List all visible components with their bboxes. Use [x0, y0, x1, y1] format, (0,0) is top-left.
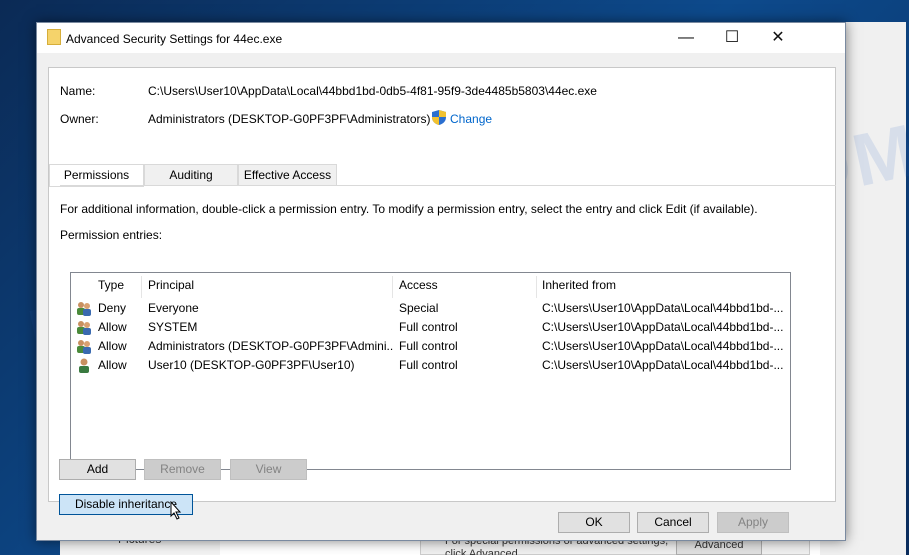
- apply-button[interactable]: Apply: [717, 512, 789, 533]
- entry-inherited-from: C:\Users\User10\AppData\Local\44bbd1bd-.…: [542, 301, 784, 315]
- user-group-icon: [77, 321, 91, 335]
- table-row[interactable]: Deny Everyone Special C:\Users\User10\AppDa…: [71, 299, 789, 318]
- user-group-icon: [77, 302, 91, 316]
- column-divider[interactable]: [141, 276, 142, 298]
- entry-principal: User10 (DESKTOP-G0PF3PF\User10): [148, 358, 355, 372]
- entry-access: Full control: [399, 339, 458, 353]
- name-value: C:\Users\User10\AppData\Local\44bbd1bd-0…: [148, 84, 597, 98]
- ok-button[interactable]: OK: [558, 512, 630, 533]
- entry-principal: SYSTEM: [148, 320, 198, 334]
- entry-type: Allow: [98, 339, 127, 353]
- uac-shield-icon: [432, 110, 446, 125]
- add-button[interactable]: Add: [59, 459, 136, 480]
- table-row[interactable]: Allow User10 (DESKTOP-G0PF3PF\User10) Full…: [71, 356, 789, 375]
- entry-access: Full control: [399, 320, 458, 334]
- owner-value: Administrators (DESKTOP-G0PF3PF\Administ…: [148, 112, 431, 126]
- maximize-button[interactable]: ☐: [709, 23, 755, 53]
- entry-principal: Everyone: [148, 301, 199, 315]
- close-button[interactable]: ✕: [755, 23, 801, 53]
- folder-icon: [47, 29, 61, 45]
- advanced-security-dialog: Advanced Security Settings for 44ec.exe …: [36, 22, 846, 541]
- view-button[interactable]: View: [230, 459, 307, 480]
- name-label: Name:: [60, 84, 96, 98]
- entry-type: Allow: [98, 320, 127, 334]
- column-principal[interactable]: Principal: [148, 278, 194, 300]
- tab-permissions[interactable]: Permissions: [49, 164, 144, 187]
- table-row[interactable]: Allow Administrators (DESKTOP-G0PF3PF\Adm…: [71, 337, 789, 356]
- entry-access: Full control: [399, 358, 458, 372]
- entry-access: Special: [399, 301, 439, 315]
- permission-entries-list[interactable]: Type Principal Access Inherited from Den…: [70, 272, 791, 470]
- table-row[interactable]: Allow SYSTEM Full control C:\Users\User10\A…: [71, 318, 789, 337]
- entry-inherited-from: C:\Users\User10\AppData\Local\44bbd1bd-.…: [542, 358, 784, 372]
- change-owner-link[interactable]: Change: [450, 112, 492, 126]
- tab-auditing[interactable]: Auditing: [144, 164, 238, 186]
- column-access[interactable]: Access: [399, 278, 438, 300]
- entry-inherited-from: C:\Users\User10\AppData\Local\44bbd1bd-.…: [542, 320, 784, 334]
- info-text: For additional information, double-click…: [60, 202, 758, 216]
- minimize-button[interactable]: —: [663, 23, 709, 53]
- entry-principal: Administrators (DESKTOP-G0PF3PF\Admini..…: [148, 339, 393, 353]
- remove-button[interactable]: Remove: [144, 459, 221, 480]
- mouse-cursor-icon: [170, 501, 182, 520]
- tab-effective-access[interactable]: Effective Access: [238, 164, 337, 186]
- user-icon: [79, 358, 89, 373]
- column-divider[interactable]: [392, 276, 393, 298]
- content-panel: Name: C:\Users\User10\AppData\Local\44bb…: [48, 67, 836, 520]
- owner-label: Owner:: [60, 112, 99, 126]
- cancel-button[interactable]: Cancel: [637, 512, 709, 533]
- entries-label: Permission entries:: [60, 228, 163, 242]
- column-inherited-from[interactable]: Inherited from: [542, 278, 616, 300]
- column-type[interactable]: Type: [98, 278, 124, 300]
- column-divider[interactable]: [536, 276, 537, 298]
- entry-type: Allow: [98, 358, 127, 372]
- user-group-icon: [77, 340, 91, 354]
- window-title: Advanced Security Settings for 44ec.exe: [66, 32, 283, 46]
- entry-type: Deny: [98, 301, 127, 315]
- entry-inherited-from: C:\Users\User10\AppData\Local\44bbd1bd-.…: [542, 339, 784, 353]
- title-bar[interactable]: Advanced Security Settings for 44ec.exe …: [37, 23, 845, 53]
